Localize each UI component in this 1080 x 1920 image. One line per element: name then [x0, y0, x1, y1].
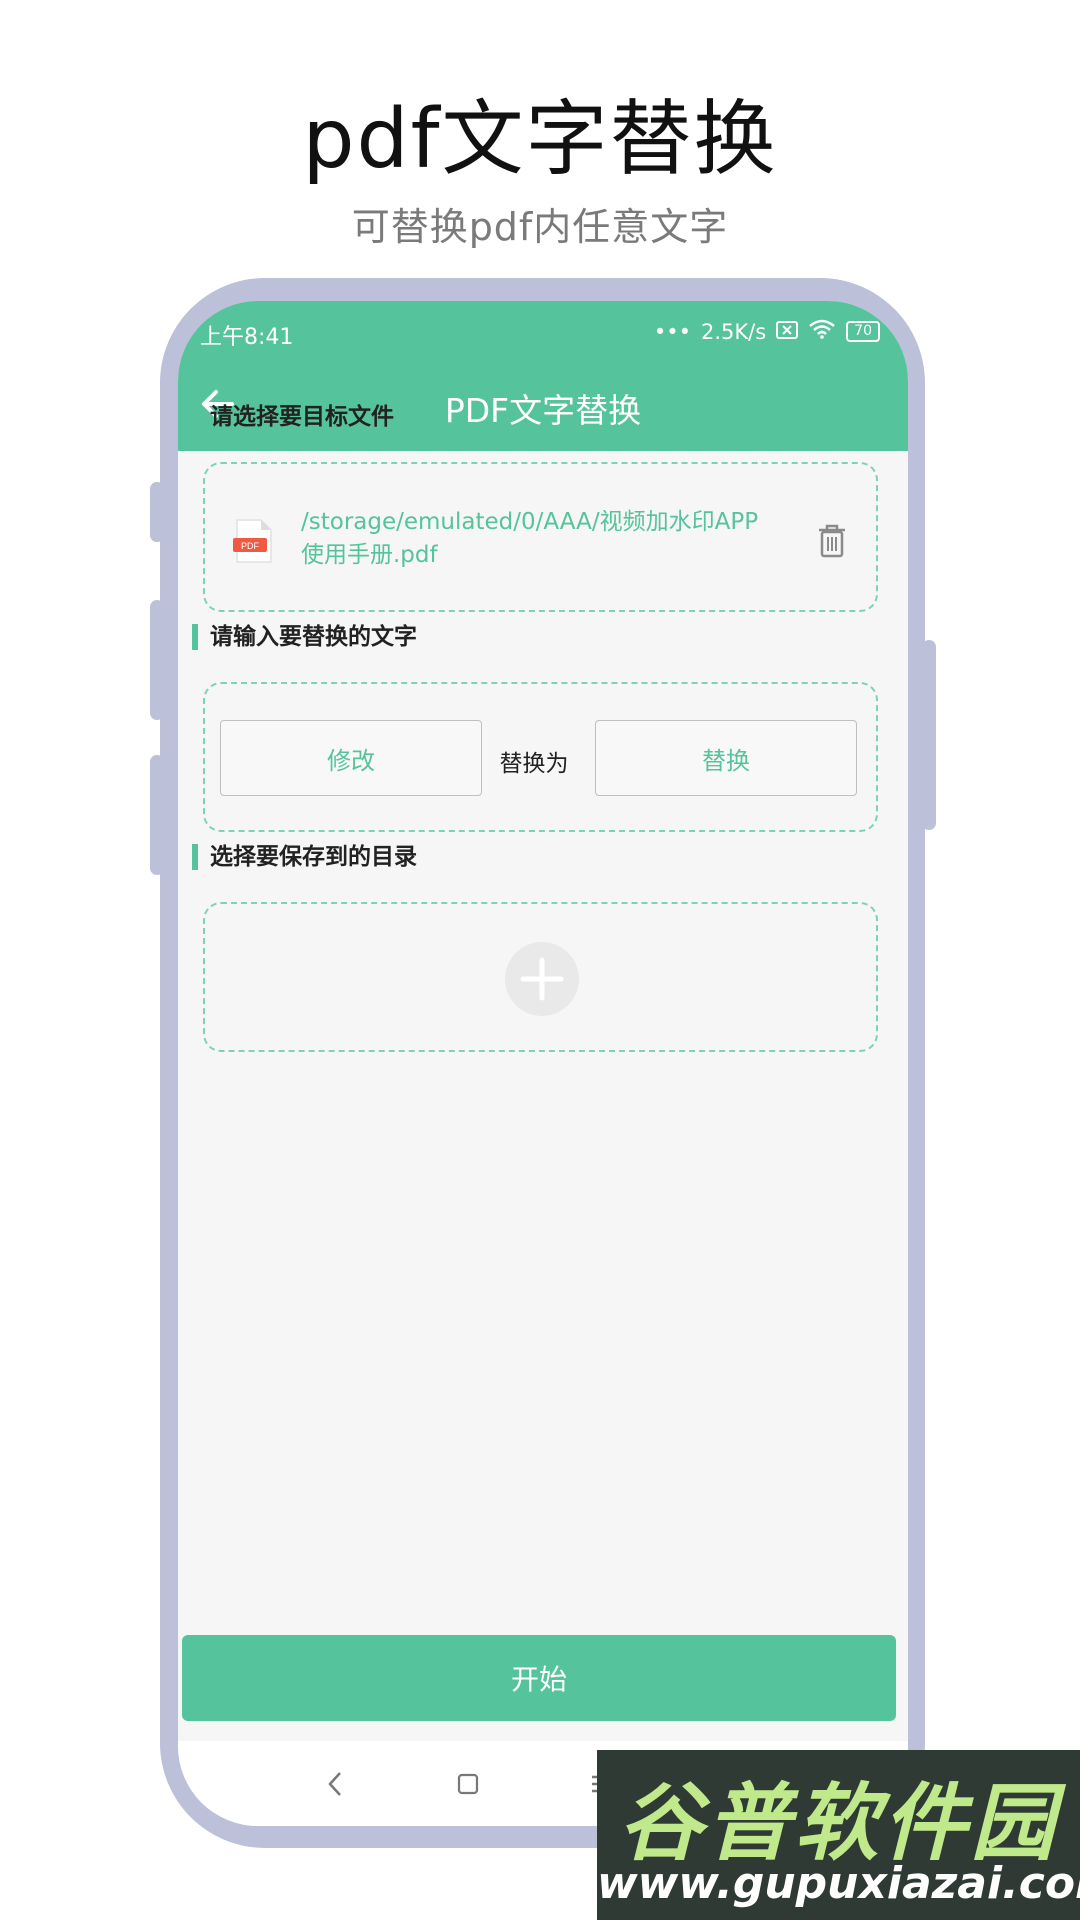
- start-button[interactable]: 开始: [182, 1635, 896, 1721]
- add-directory-button[interactable]: [505, 942, 579, 1016]
- replace-as-label: 替换为: [499, 751, 569, 777]
- section-label-select-file: 请选择要目标文件: [192, 404, 394, 430]
- chevron-left-icon: [328, 1772, 341, 1796]
- battery-icon: 70: [846, 321, 880, 342]
- phone-side-button: [150, 600, 164, 720]
- replace-text-box: 修改 替换为 替换: [203, 682, 878, 832]
- nav-home-button[interactable]: [443, 1759, 493, 1809]
- phone-screen: 上午8:41 ••• 2.5K/s 70 PDF文字替换 请选择要目标文件 PD…: [178, 301, 908, 1826]
- section-label-replace-text: 请输入要替换的文字: [192, 624, 417, 650]
- watermark-url: www.gupuxiazai.com: [597, 1858, 1080, 1909]
- save-dir-box[interactable]: [203, 902, 878, 1052]
- phone-side-button: [150, 755, 164, 875]
- file-select-box[interactable]: PDF /storage/emulated/0/AAA/视频加水印APP 使用手…: [203, 462, 878, 612]
- dots-icon: •••: [653, 319, 691, 344]
- watermark: 谷普软件园 www.gupuxiazai.com: [597, 1750, 1080, 1920]
- network-speed: 2.5K/s: [700, 319, 767, 344]
- plus-icon: [520, 957, 564, 1001]
- section-label-save-dir: 选择要保存到的目录: [192, 844, 417, 870]
- phone-side-button: [922, 640, 936, 830]
- wifi-icon: [808, 319, 836, 344]
- pdf-file-icon-label: PDF: [241, 541, 260, 551]
- sim-icon: [776, 320, 799, 344]
- promo-title: pdf文字替换: [302, 92, 778, 187]
- find-text-input[interactable]: 修改: [220, 720, 482, 796]
- trash-icon[interactable]: [815, 522, 849, 558]
- status-time: 上午8:41: [200, 325, 294, 350]
- nav-back-button[interactable]: [310, 1759, 360, 1809]
- square-icon: [457, 1773, 479, 1795]
- status-indicators: ••• 2.5K/s 70: [654, 319, 880, 344]
- promo-subtitle: 可替换pdf内任意文字: [351, 205, 729, 249]
- replacement-text-input[interactable]: 替换: [595, 720, 857, 796]
- phone-side-button: [150, 482, 164, 542]
- pdf-file-icon: PDF: [233, 519, 272, 563]
- selected-file-path: /storage/emulated/0/AAA/视频加水印APP 使用手册.pd…: [301, 509, 759, 568]
